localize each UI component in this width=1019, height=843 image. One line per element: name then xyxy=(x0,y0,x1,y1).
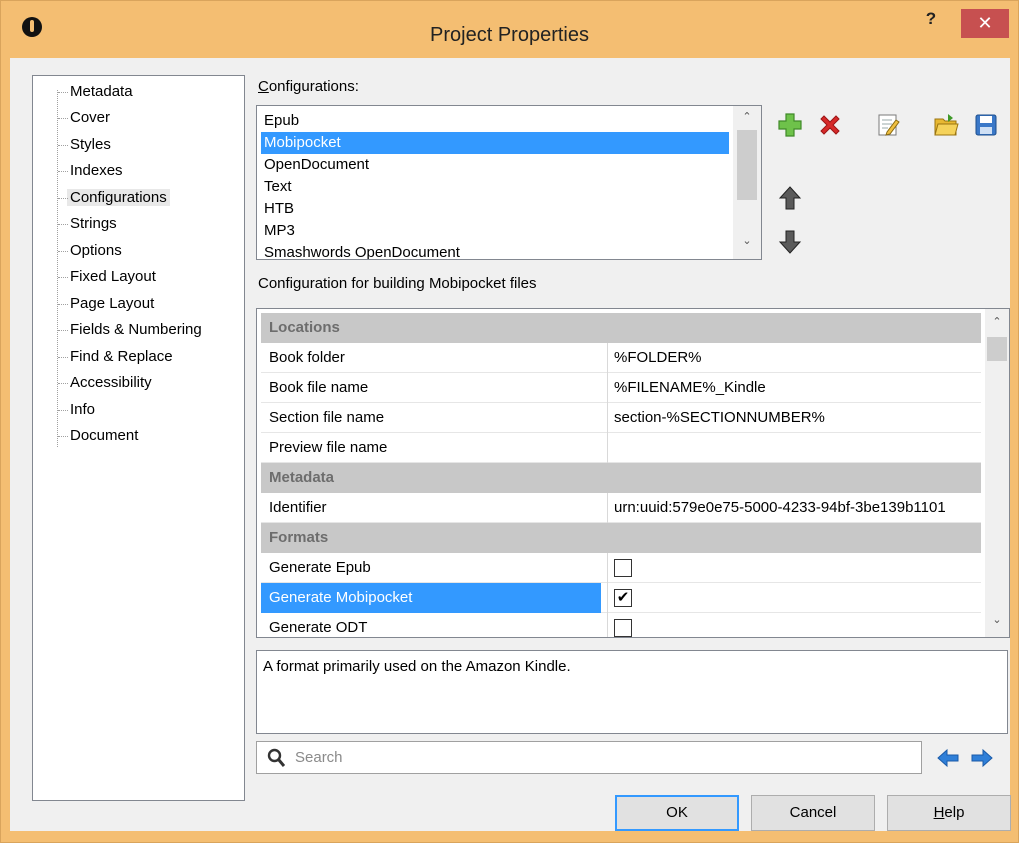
help-button[interactable]: Help xyxy=(887,795,1011,831)
search-next-button[interactable] xyxy=(970,748,994,768)
scroll-down-arrow-icon[interactable]: ⌄ xyxy=(733,234,761,252)
tree-item-find-replace[interactable]: Find & Replace xyxy=(57,345,173,369)
delete-configuration-button[interactable] xyxy=(816,111,844,139)
property-book-folder[interactable]: Book folder %FOLDER% xyxy=(261,343,981,373)
tree-item-metadata[interactable]: Metadata xyxy=(57,80,133,104)
property-generate-epub[interactable]: Generate Epub xyxy=(261,553,981,583)
dialog-body: Metadata Cover Styles Indexes Configurat… xyxy=(10,58,1011,831)
generate-odt-checkbox[interactable] xyxy=(614,619,632,637)
window-title: Project Properties xyxy=(430,24,589,46)
identifier-value[interactable]: urn:uuid:579e0e75-5000-4233-94bf-3be139b… xyxy=(607,493,981,523)
edit-icon xyxy=(878,114,900,136)
open-folder-icon xyxy=(934,114,959,136)
grid-scroll-thumb[interactable] xyxy=(987,337,1007,361)
arrow-left-icon xyxy=(937,748,959,768)
tree-item-configurations[interactable]: Configurations xyxy=(57,186,170,210)
property-identifier[interactable]: Identifier urn:uuid:579e0e75-5000-4233-9… xyxy=(261,493,981,523)
search-previous-button[interactable] xyxy=(936,748,960,768)
move-up-icon xyxy=(778,186,802,210)
edit-configuration-button[interactable] xyxy=(874,111,902,139)
search-input[interactable] xyxy=(293,745,913,770)
add-configuration-button[interactable] xyxy=(776,111,804,139)
tree-item-options[interactable]: Options xyxy=(57,239,122,263)
grid-scroll-up-arrow-icon[interactable]: ⌃ xyxy=(985,315,1009,333)
tree-item-styles[interactable]: Styles xyxy=(57,133,111,157)
book-folder-value[interactable]: %FOLDER% xyxy=(607,343,981,373)
configuration-description-heading: Configuration for building Mobipocket fi… xyxy=(258,275,537,292)
property-preview-file-name[interactable]: Preview file name xyxy=(261,433,981,463)
property-description: A format primarily used on the Amazon Ki… xyxy=(256,650,1008,734)
category-locations[interactable]: Locations xyxy=(261,313,981,343)
sections-tree[interactable]: Metadata Cover Styles Indexes Configurat… xyxy=(32,75,245,801)
generate-epub-checkbox[interactable] xyxy=(614,559,632,577)
move-down-icon xyxy=(778,230,802,254)
grid-scroll-down-arrow-icon[interactable]: ⌄ xyxy=(985,613,1009,631)
context-help-button[interactable]: ? xyxy=(919,9,943,33)
add-plus-icon xyxy=(778,113,802,137)
category-formats[interactable]: Formats xyxy=(261,523,981,553)
scroll-thumb[interactable] xyxy=(737,130,757,200)
book-file-name-value[interactable]: %FILENAME%_Kindle xyxy=(607,373,981,403)
ok-button[interactable]: OK xyxy=(615,795,739,831)
save-configuration-button[interactable] xyxy=(972,111,1000,139)
preview-file-name-value[interactable] xyxy=(607,433,981,463)
title-bar[interactable]: Project Properties ? ✕ xyxy=(1,1,1018,49)
move-up-button[interactable] xyxy=(776,184,804,212)
property-generate-odt[interactable]: Generate ODT xyxy=(261,613,981,637)
property-generate-mobipocket[interactable]: Generate Mobipocket ✔ xyxy=(261,583,981,613)
configurations-label: Configurations: xyxy=(258,78,359,95)
tree-item-fields-numbering[interactable]: Fields & Numbering xyxy=(57,318,202,342)
configurations-scrollbar[interactable]: ⌃ ⌄ xyxy=(733,106,761,259)
project-properties-window: Project Properties ? ✕ Metadata Cover St… xyxy=(0,0,1019,843)
delete-x-icon xyxy=(820,115,840,135)
close-button[interactable]: ✕ xyxy=(961,9,1009,38)
list-item-opendocument[interactable]: OpenDocument xyxy=(261,154,729,176)
cancel-button[interactable]: Cancel xyxy=(751,795,875,831)
properties-grid[interactable]: Locations Book folder %FOLDER% Book file… xyxy=(256,308,1010,638)
configurations-list[interactable]: Epub Mobipocket OpenDocument Text HTB MP… xyxy=(256,105,762,260)
list-item-text[interactable]: Text xyxy=(261,176,729,198)
save-disk-icon xyxy=(975,114,997,136)
tree-item-cover[interactable]: Cover xyxy=(57,106,110,130)
generate-mobipocket-checkbox[interactable]: ✔ xyxy=(614,589,632,607)
close-icon: ✕ xyxy=(977,13,993,33)
property-book-file-name[interactable]: Book file name %FILENAME%_Kindle xyxy=(261,373,981,403)
category-metadata[interactable]: Metadata xyxy=(261,463,981,493)
tree-item-info[interactable]: Info xyxy=(57,398,95,422)
list-item-htb[interactable]: HTB xyxy=(261,198,729,220)
move-down-button[interactable] xyxy=(776,228,804,256)
search-box[interactable] xyxy=(256,741,922,774)
scroll-up-arrow-icon[interactable]: ⌃ xyxy=(733,110,761,128)
arrow-right-icon xyxy=(971,748,993,768)
list-item-mp3[interactable]: MP3 xyxy=(261,220,729,242)
property-section-file-name[interactable]: Section file name section-%SECTIONNUMBER… xyxy=(261,403,981,433)
list-item-mobipocket[interactable]: Mobipocket xyxy=(261,132,729,154)
tree-item-page-layout[interactable]: Page Layout xyxy=(57,292,154,316)
properties-scrollbar[interactable]: ⌃ ⌄ xyxy=(985,309,1009,637)
search-icon xyxy=(267,748,285,767)
open-configuration-button[interactable] xyxy=(932,111,960,139)
list-item-smashwords-opendocument[interactable]: Smashwords OpenDocument xyxy=(261,242,729,259)
tree-item-document[interactable]: Document xyxy=(57,424,138,448)
tree-item-strings[interactable]: Strings xyxy=(57,212,117,236)
list-item-epub[interactable]: Epub xyxy=(261,110,729,132)
tree-item-accessibility[interactable]: Accessibility xyxy=(57,371,152,395)
tree-item-fixed-layout[interactable]: Fixed Layout xyxy=(57,265,156,289)
section-file-name-value[interactable]: section-%SECTIONNUMBER% xyxy=(607,403,981,433)
tree-item-indexes[interactable]: Indexes xyxy=(57,159,123,183)
